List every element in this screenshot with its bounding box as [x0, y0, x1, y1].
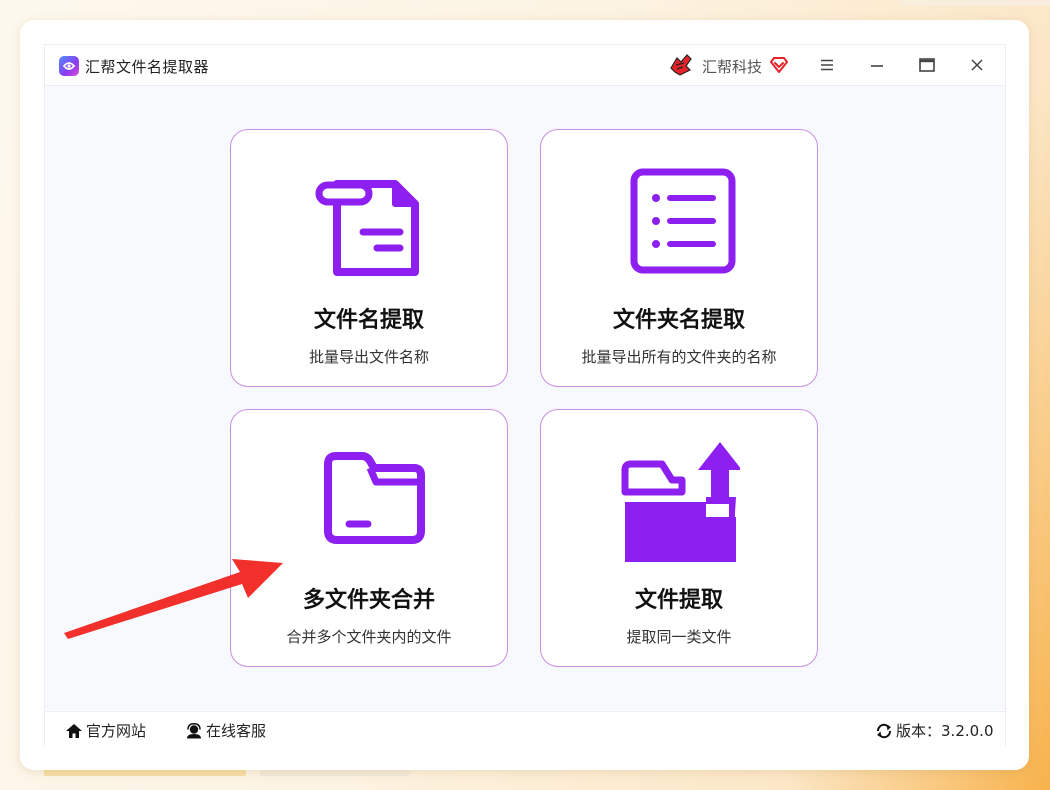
backdrop-window-edge — [900, 0, 1050, 6]
official-site-link[interactable]: 官方网站 — [65, 720, 146, 741]
vip-icon[interactable] — [769, 55, 789, 75]
card-title: 文件提取 — [634, 588, 723, 613]
annotation-arrow — [64, 559, 283, 639]
customer-service-icon — [187, 722, 201, 738]
brand-name: 汇帮科技 — [702, 58, 763, 76]
minimize-button[interactable] — [863, 52, 891, 78]
close-button[interactable] — [963, 52, 991, 78]
menu-icon — [821, 59, 833, 71]
card-description: 批量导出文件名称 — [308, 348, 429, 366]
title-bar: 汇帮文件名提取器 汇帮科技 — [45, 45, 1005, 86]
status-bar: 官方网站 在线客服 版本： 3.2.0.0 — [45, 711, 1005, 746]
menu-button[interactable] — [813, 52, 841, 78]
maximize-icon — [919, 58, 935, 72]
minimize-icon — [871, 65, 883, 67]
version-info: 版本： 3.2.0.0 — [875, 720, 994, 741]
folder-icon — [324, 452, 425, 544]
online-service-link[interactable]: 在线客服 — [185, 720, 266, 741]
version-label: 版本： — [896, 722, 942, 740]
card-description: 批量导出所有的文件夹的名称 — [581, 348, 777, 366]
brand-logo-icon — [670, 54, 692, 76]
folder-name-extract-card[interactable]: 文件夹名提取 批量导出所有的文件夹的名称 — [540, 129, 818, 387]
official-site-label: 官方网站 — [86, 722, 147, 740]
file-icon — [315, 180, 419, 276]
card-title: 文件名提取 — [313, 308, 424, 333]
online-service-label: 在线客服 — [206, 722, 267, 740]
app-title: 汇帮文件名提取器 — [85, 58, 210, 76]
refresh-icon — [876, 723, 892, 738]
card-title: 文件夹名提取 — [612, 308, 745, 333]
close-icon — [971, 59, 983, 71]
file-name-extract-card[interactable]: 文件名提取 批量导出文件名称 — [230, 129, 508, 387]
card-description: 提取同一类文件 — [626, 628, 732, 646]
file-extract-card[interactable]: 文件提取 提取同一类文件 — [540, 409, 818, 667]
version-number: 3.2.0.0 — [941, 721, 994, 740]
folder-upload-icon — [621, 442, 740, 562]
list-icon — [630, 168, 736, 274]
maximize-button[interactable] — [913, 52, 941, 78]
home-icon — [66, 723, 82, 738]
app-logo-icon — [59, 56, 79, 76]
